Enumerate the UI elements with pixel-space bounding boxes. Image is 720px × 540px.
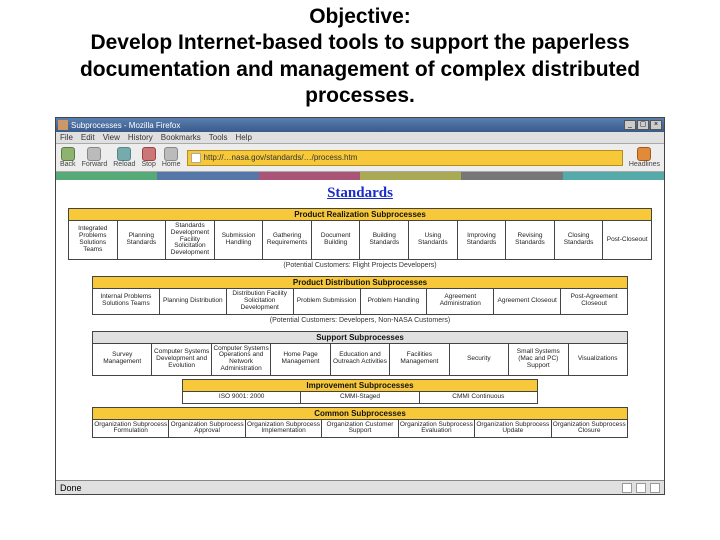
slide-objective-heading: Objective:Develop Internet-based tools t…	[0, 0, 720, 117]
window-titlebar: Subprocesses - Mozilla Firefox _ ▢ ×	[56, 118, 664, 132]
process-cell[interactable]: Planning Distribution	[160, 289, 227, 313]
process-cell[interactable]: ISO 9001: 2000	[183, 392, 301, 403]
menu-tools[interactable]: Tools	[209, 133, 228, 142]
section-improvement: Improvement Subprocesses ISO 9001: 2000 …	[182, 379, 538, 404]
home-button[interactable]: Home	[162, 147, 181, 168]
back-arrow-icon	[61, 147, 75, 161]
reload-icon	[117, 147, 131, 161]
menubar: File Edit View History Bookmarks Tools H…	[56, 132, 664, 144]
status-icon	[650, 483, 660, 493]
section-common: Common Subprocesses Organization Subproc…	[92, 407, 628, 439]
process-cell[interactable]: Gathering Requirements	[263, 221, 312, 259]
status-icon	[636, 483, 646, 493]
window-minimize-button[interactable]: _	[624, 120, 636, 130]
process-cell[interactable]: Facilities Management	[390, 344, 449, 375]
menu-bookmarks[interactable]: Bookmarks	[161, 133, 201, 142]
reload-button[interactable]: Reload	[113, 147, 135, 168]
process-cell[interactable]: Survey Management	[93, 344, 152, 375]
process-cell[interactable]: Computer Systems Operations and Network …	[212, 344, 271, 375]
process-cell[interactable]: Submission Handling	[215, 221, 264, 259]
process-cell[interactable]: Security	[450, 344, 509, 375]
browser-window: Subprocesses - Mozilla Firefox _ ▢ × Fil…	[55, 117, 665, 495]
process-cell[interactable]: Planning Standards	[118, 221, 167, 259]
section-head: Product Distribution Subprocesses	[92, 276, 628, 289]
cell-row: ISO 9001: 2000 CMMI-Staged CMMI Continuo…	[182, 392, 538, 404]
home-icon	[164, 147, 178, 161]
process-cell[interactable]: Home Page Management	[271, 344, 330, 375]
window-close-button[interactable]: ×	[650, 120, 662, 130]
process-cell[interactable]: Computer Systems Development and Evoluti…	[152, 344, 211, 375]
process-cell[interactable]: Distribution Facility Solicitation Devel…	[227, 289, 294, 313]
process-cell[interactable]: Standards Development Facility Solicitat…	[166, 221, 215, 259]
window-maximize-button[interactable]: ▢	[637, 120, 649, 130]
process-cell[interactable]: Visualizations	[569, 344, 627, 375]
process-cell[interactable]: CMMI Continuous	[420, 392, 537, 403]
window-title: Subprocesses - Mozilla Firefox	[71, 121, 624, 130]
process-cell[interactable]: Document Building	[312, 221, 361, 259]
process-cell[interactable]: Building Standards	[360, 221, 409, 259]
back-button[interactable]: Back	[60, 147, 76, 168]
process-cell[interactable]: Organization Subprocess Evaluation	[399, 420, 475, 438]
section-head: Common Subprocesses	[92, 407, 628, 420]
section-note: (Potential Customers: Flight Projects De…	[68, 260, 652, 273]
url-bar[interactable]: http://…nasa.gov/standards/…/process.htm	[187, 150, 623, 166]
process-cell[interactable]: Internal Problems Solutions Teams	[93, 289, 160, 313]
cell-row: Integrated Problems Solutions Teams Plan…	[68, 221, 652, 260]
process-cell[interactable]: Revising Standards	[506, 221, 555, 259]
menu-edit[interactable]: Edit	[81, 133, 95, 142]
process-cell[interactable]: Organization Subprocess Implementation	[246, 420, 322, 438]
stop-icon	[142, 147, 156, 161]
page-content: Standards Product Realization Subprocess…	[56, 180, 664, 480]
stop-button[interactable]: Stop	[141, 147, 155, 168]
page-title: Standards	[62, 185, 658, 202]
section-head: Improvement Subprocesses	[182, 379, 538, 392]
page-favicon-icon	[191, 153, 201, 163]
process-cell[interactable]: Organization Subprocess Approval	[169, 420, 245, 438]
process-cell[interactable]: Post-Closeout	[603, 221, 651, 259]
menu-history[interactable]: History	[128, 133, 153, 142]
process-cell[interactable]: Small Systems (Mac and PC) Support	[509, 344, 568, 375]
status-bar: Done	[56, 480, 664, 494]
process-cell[interactable]: Improving Standards	[458, 221, 507, 259]
section-head: Product Realization Subprocesses	[68, 208, 652, 221]
section-product-realization: Product Realization Subprocesses Integra…	[68, 208, 652, 273]
process-cell[interactable]: Organization Subprocess Update	[475, 420, 551, 438]
section-support: Support Subprocesses Survey Management C…	[92, 331, 628, 376]
process-cell[interactable]: Problem Submission	[294, 289, 361, 313]
process-cell[interactable]: Education and Outreach Activities	[331, 344, 390, 375]
section-head: Support Subprocesses	[92, 331, 628, 344]
cell-row: Internal Problems Solutions Teams Planni…	[92, 289, 628, 314]
process-cell[interactable]: Problem Handling	[361, 289, 428, 313]
nav-toolbar: Back Forward Reload Stop Home http://…na…	[56, 144, 664, 172]
rss-button[interactable]: Headlines	[629, 147, 660, 168]
process-cell[interactable]: Organization Subprocess Closure	[552, 420, 627, 438]
menu-view[interactable]: View	[103, 133, 120, 142]
section-product-distribution: Product Distribution Subprocesses Intern…	[92, 276, 628, 327]
process-cell[interactable]: Organization Subprocess Formulation	[93, 420, 169, 438]
process-cell[interactable]: Closing Standards	[555, 221, 604, 259]
color-stripe-decoration	[56, 172, 664, 180]
status-icon	[622, 483, 632, 493]
browser-favicon-icon	[58, 120, 68, 130]
process-cell[interactable]: Organization Customer Support	[322, 420, 398, 438]
section-note: (Potential Customers: Developers, Non-NA…	[92, 315, 628, 328]
process-cell[interactable]: CMMI-Staged	[301, 392, 419, 403]
cell-row: Survey Management Computer Systems Devel…	[92, 344, 628, 376]
menu-help[interactable]: Help	[235, 133, 251, 142]
process-cell[interactable]: Integrated Problems Solutions Teams	[69, 221, 118, 259]
status-text: Done	[60, 483, 82, 493]
forward-arrow-icon	[87, 147, 101, 161]
process-cell[interactable]: Agreement Closeout	[494, 289, 561, 313]
process-cell[interactable]: Using Standards	[409, 221, 458, 259]
process-cell[interactable]: Agreement Administration	[427, 289, 494, 313]
url-text: http://…nasa.gov/standards/…/process.htm	[204, 153, 358, 162]
rss-icon	[637, 147, 651, 161]
process-cell[interactable]: Post-Agreement Closeout	[561, 289, 627, 313]
cell-row: Organization Subprocess Formulation Orga…	[92, 420, 628, 439]
menu-file[interactable]: File	[60, 133, 73, 142]
forward-button[interactable]: Forward	[82, 147, 108, 168]
